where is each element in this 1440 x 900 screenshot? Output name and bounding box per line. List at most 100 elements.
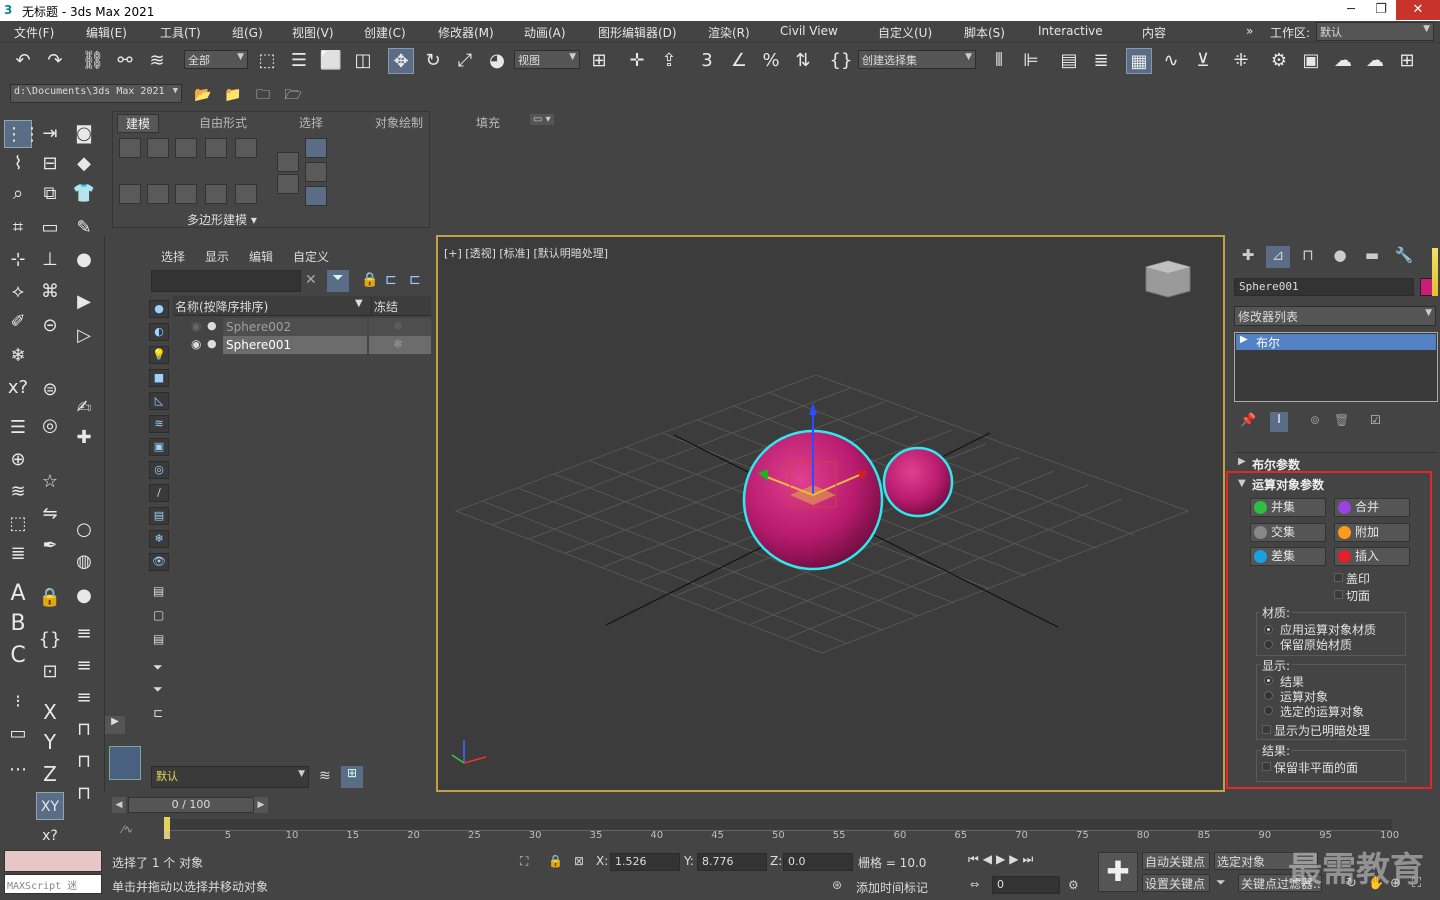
pin-stack-icon[interactable]: [305, 162, 327, 182]
auto-key-button[interactable]: 自动关键点: [1142, 852, 1210, 870]
create-project-icon[interactable]: 📁: [220, 82, 246, 108]
maximize-button[interactable]: ❐: [1366, 0, 1396, 20]
layers-icon[interactable]: ⊝: [36, 312, 64, 340]
curve-editor-icon[interactable]: ∿: [1158, 48, 1184, 74]
ring-icon[interactable]: ◎: [36, 412, 64, 440]
poly-tool-7-icon[interactable]: [277, 174, 299, 194]
sphere002[interactable]: [882, 446, 954, 518]
maxscript-listener-input[interactable]: [4, 850, 102, 872]
text-c-icon[interactable]: C: [4, 642, 32, 670]
axis-x-icon[interactable]: X: [36, 698, 64, 726]
intersect-button[interactable]: 交集: [1250, 523, 1326, 542]
expand-triangle-icon[interactable]: ▶: [1240, 334, 1248, 345]
spinner-snap-icon[interactable]: ⇅: [790, 48, 816, 74]
display-none-icon[interactable]: ▢: [153, 608, 164, 622]
rollout-toggle-icon[interactable]: ▼: [1238, 478, 1246, 489]
schematic-view-icon[interactable]: ⊻: [1190, 48, 1216, 74]
make-unique-icon[interactable]: [305, 186, 327, 206]
mirror-icon[interactable]: ⫴: [986, 48, 1012, 74]
menu-interactive[interactable]: Interactive: [1038, 24, 1103, 38]
utilities-tab-icon[interactable]: 🔧: [1392, 246, 1416, 268]
command-panel-scrollbar[interactable]: [1432, 248, 1438, 296]
pivot-center-icon[interactable]: ⊞: [586, 48, 612, 74]
render-viewport-icon[interactable]: ▶: [70, 288, 98, 316]
cylinder-2-icon[interactable]: ⊓: [70, 748, 98, 776]
viewcube-icon[interactable]: [1145, 260, 1191, 298]
expand-panel-icon[interactable]: ▶: [105, 716, 125, 734]
ribbon-options-icon[interactable]: ▭ ▾: [530, 114, 554, 125]
visibility-icon[interactable]: ◉: [191, 337, 201, 351]
expand-menu-icon[interactable]: »: [1246, 24, 1253, 38]
curve-editor-mini-icon[interactable]: ⁄∿: [122, 823, 133, 836]
edge-icon[interactable]: [147, 138, 169, 158]
select-mode-icon[interactable]: ⋮⋮: [4, 120, 41, 148]
render-setup-icon[interactable]: ⚙: [1266, 48, 1292, 74]
rect-selection-icon[interactable]: ⬜: [318, 48, 344, 74]
tab-modeling[interactable]: 建模: [117, 114, 160, 133]
pin-stack-icon[interactable]: 📌: [1240, 413, 1256, 428]
star-icon[interactable]: ☆: [36, 468, 64, 496]
renderable-icon[interactable]: ●: [207, 319, 217, 332]
axis-xq-icon[interactable]: x?: [36, 822, 64, 850]
selection-lock-icon[interactable]: 🔒: [548, 854, 563, 868]
edit-poly-icon[interactable]: ⇥: [36, 120, 64, 148]
scene-canvas[interactable]: [438, 237, 1223, 790]
clear-search-icon[interactable]: ✕: [305, 272, 317, 288]
merge-button[interactable]: 合并: [1334, 498, 1410, 517]
sculpt-icon[interactable]: ⌘: [36, 278, 64, 306]
select-by-name-icon[interactable]: ☰: [286, 48, 312, 74]
link-icon[interactable]: ⛓: [80, 48, 106, 74]
table-row[interactable]: ◉ ● Sphere002 ❄: [173, 318, 431, 336]
show-end-result-icon[interactable]: I: [1270, 412, 1288, 432]
lasso-icon[interactable]: ⌇: [4, 150, 32, 178]
shapes-icon[interactable]: ◆: [70, 150, 98, 178]
explorer-menu-select[interactable]: 选择: [161, 248, 185, 265]
current-frame-input[interactable]: 0: [992, 876, 1060, 894]
ref-coord-dropdown[interactable]: 视图 ▼: [514, 50, 580, 69]
modifier-list-dropdown[interactable]: 修改器列表 ▼: [1234, 306, 1436, 326]
sphere-icon[interactable]: ●: [70, 246, 98, 274]
display-selected-operands-radio[interactable]: [1264, 706, 1273, 715]
menu-rendering[interactable]: 渲染(R): [708, 24, 750, 41]
explorer-menu-display[interactable]: 显示: [205, 248, 229, 265]
keyboard-shortcut-icon[interactable]: ⇪: [656, 48, 682, 74]
set-project-folder-icon[interactable]: 🗁: [280, 82, 306, 108]
edit-named-sets-icon[interactable]: {}: [828, 48, 854, 74]
paint-icon[interactable]: ✍: [70, 394, 98, 422]
shirt-icon[interactable]: 👕: [70, 180, 98, 208]
align-icon[interactable]: ⊫: [1018, 48, 1044, 74]
show-shaded-checkbox[interactable]: [1262, 725, 1271, 734]
explorer-search-input[interactable]: [151, 270, 301, 292]
display-all-icon[interactable]: ▤: [153, 584, 164, 598]
union-button[interactable]: 并集: [1250, 498, 1326, 517]
menu-view[interactable]: 视图(V): [292, 24, 334, 41]
minimize-button[interactable]: ─: [1336, 0, 1366, 20]
nav-orbit-icon[interactable]: ↻: [1346, 876, 1357, 891]
modify-tab-icon[interactable]: ⊿: [1266, 246, 1290, 268]
menu-civil-view[interactable]: Civil View: [780, 24, 838, 38]
dotted-line-icon[interactable]: ⋯: [4, 756, 32, 784]
menu-animation[interactable]: 动画(A): [524, 24, 566, 41]
clone-icon[interactable]: ⧉: [36, 180, 64, 208]
isolate-icon[interactable]: ⛶: [520, 854, 528, 869]
stack-layer-icon[interactable]: ≋: [4, 478, 32, 506]
tab-freeform[interactable]: 自由形式: [199, 114, 247, 131]
display-lights-icon[interactable]: 💡: [149, 346, 169, 364]
menu-graph-editors[interactable]: 图形编辑器(D): [598, 24, 677, 41]
key-filter-icon[interactable]: ⏷: [1216, 875, 1226, 890]
display-helpers-icon[interactable]: ◺: [149, 392, 169, 410]
snowflake-icon[interactable]: ❄: [4, 342, 32, 370]
tape-icon[interactable]: ✎: [70, 214, 98, 242]
axis-z-icon[interactable]: Z: [36, 760, 64, 788]
transform-icon[interactable]: ⬚: [4, 510, 32, 538]
viewport-preview[interactable]: [109, 746, 141, 780]
window-crossing-icon[interactable]: ◫: [350, 48, 376, 74]
scene-explorer-toggle-icon[interactable]: ▤: [1056, 48, 1082, 74]
text-a-icon[interactable]: A: [4, 580, 32, 608]
snap-select-icon[interactable]: ⊹: [4, 246, 32, 274]
display-bones-icon[interactable]: /: [149, 484, 169, 502]
cylinder-3-icon[interactable]: ⊓: [70, 780, 98, 808]
save-icon[interactable]: ⊡: [36, 658, 64, 686]
track-bar[interactable]: ⁄∿ 0 5 10 15 20 25 30 35 40 45 50 55 60 65 70 75 80 85 90 9…: [104, 817, 1440, 847]
cut-checkbox[interactable]: [1334, 590, 1343, 599]
